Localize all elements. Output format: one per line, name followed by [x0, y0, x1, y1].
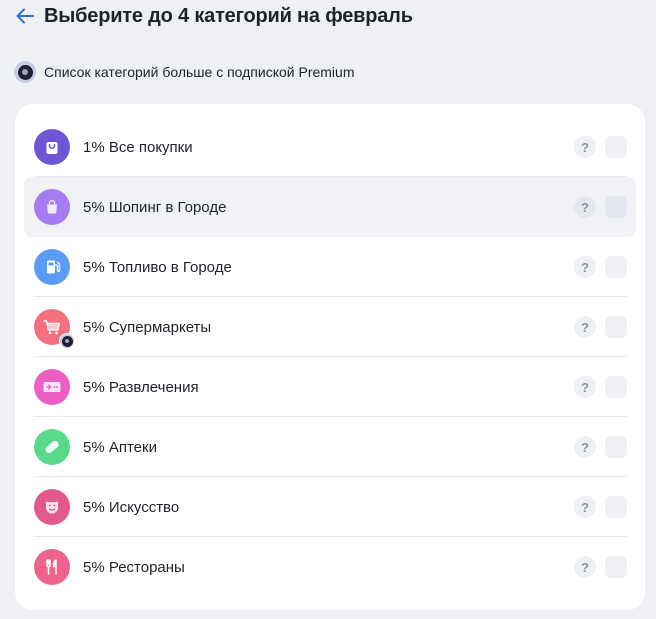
category-checkbox[interactable]: [605, 376, 627, 398]
category-checkbox[interactable]: [605, 496, 627, 518]
category-row[interactable]: 5% Рестораны ?: [24, 537, 636, 597]
premium-icon: [59, 333, 75, 349]
arrow-left-icon: [16, 8, 34, 24]
category-row[interactable]: 5% Развлечения ?: [24, 357, 636, 417]
help-button[interactable]: ?: [574, 556, 596, 578]
header: Выберите до 4 категорий на февраль: [14, 4, 413, 28]
premium-note[interactable]: Список категорий больше с подпиской Prem…: [14, 61, 355, 83]
help-button[interactable]: ?: [574, 136, 596, 158]
premium-note-text: Список категорий больше с подпиской Prem…: [44, 64, 355, 80]
help-button[interactable]: ?: [574, 196, 596, 218]
category-label: 5% Рестораны: [83, 558, 185, 576]
help-button[interactable]: ?: [574, 496, 596, 518]
theater-mask-icon: [34, 489, 70, 525]
page-title: Выберите до 4 категорий на февраль: [44, 4, 413, 27]
category-row[interactable]: 5% Искусство ?: [24, 477, 636, 537]
help-button[interactable]: ?: [574, 316, 596, 338]
category-row[interactable]: 5% Аптеки ?: [24, 417, 636, 477]
category-row[interactable]: 5% Топливо в Городе ?: [24, 237, 636, 297]
fork-knife-icon: [34, 549, 70, 585]
help-button[interactable]: ?: [574, 256, 596, 278]
category-label: 5% Топливо в Городе: [83, 258, 232, 276]
category-checkbox[interactable]: [605, 196, 627, 218]
shopping-bag-icon: [34, 129, 70, 165]
category-row[interactable]: 5% Шопинг в Городе ?: [24, 177, 636, 237]
shopping-bag-icon: [34, 189, 70, 225]
help-button[interactable]: ?: [574, 376, 596, 398]
category-checkbox[interactable]: [605, 316, 627, 338]
help-button[interactable]: ?: [574, 436, 596, 458]
category-label: 5% Шопинг в Городе: [83, 198, 227, 216]
category-label: 5% Аптеки: [83, 438, 157, 456]
category-checkbox[interactable]: [605, 136, 627, 158]
shopping-cart-icon: [34, 309, 75, 349]
category-row[interactable]: 5% Супермаркеты ?: [24, 297, 636, 357]
ticket-icon: [34, 369, 70, 405]
category-list: 1% Все покупки ? 5% Шопинг в Городе ? 5%…: [15, 104, 645, 610]
premium-icon: [14, 61, 36, 83]
category-row[interactable]: 1% Все покупки ?: [24, 117, 636, 177]
back-button[interactable]: [14, 5, 36, 27]
pill-icon: [34, 429, 70, 465]
category-checkbox[interactable]: [605, 436, 627, 458]
category-label: 5% Супермаркеты: [83, 318, 212, 336]
category-label: 5% Искусство: [83, 498, 180, 516]
category-label: 1% Все покупки: [83, 138, 193, 156]
category-checkbox[interactable]: [605, 256, 627, 278]
category-selection-page: Выберите до 4 категорий на февраль Списо…: [0, 0, 656, 619]
category-label: 5% Развлечения: [83, 378, 199, 396]
fuel-pump-icon: [34, 249, 70, 285]
category-checkbox[interactable]: [605, 556, 627, 578]
